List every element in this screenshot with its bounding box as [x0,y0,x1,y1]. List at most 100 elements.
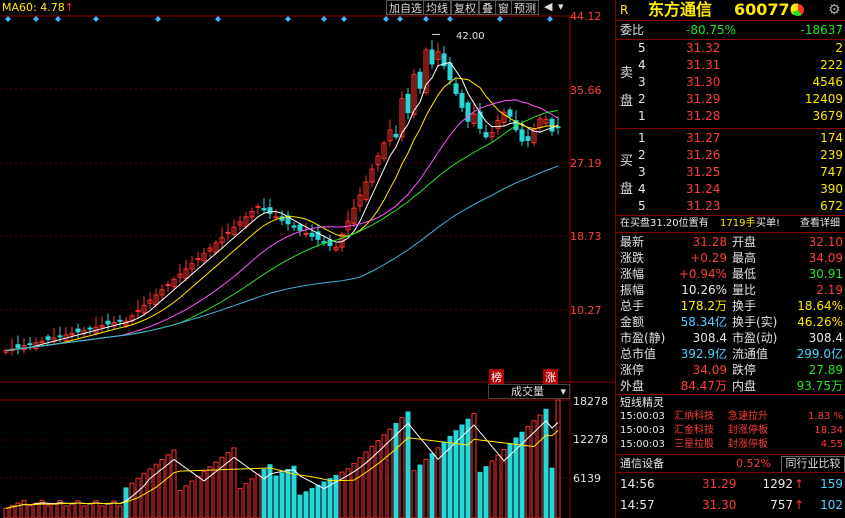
volume-tick: 6139 [573,472,601,485]
kline-chart[interactable] [0,0,615,518]
short-event: 封涨停板 [728,439,768,450]
buy-row[interactable]: 2 31.26 239 [616,147,845,163]
notice-suffix: 买单! [756,218,781,229]
volume-bar [207,466,213,518]
sell-row[interactable]: 4 31.31 222 [616,57,845,73]
rank-tag[interactable]: 榜 [489,369,504,385]
buy-row[interactable]: 3 31.25 747 [616,164,845,180]
stat-value: 58.34亿 [680,315,727,329]
short-title[interactable]: 短线精灵 [620,395,664,411]
event-diamond-icon [5,16,11,22]
candle [255,205,261,208]
buy-price: 31.24 [686,182,721,196]
stat-label: 外盘 [620,379,645,393]
sector-name[interactable]: 通信设备 [620,456,664,472]
volume-bar [87,502,93,518]
candle [27,343,33,346]
event-diamond-icon [383,16,389,22]
buy-volume: 239 [820,148,843,162]
buy-row[interactable]: 4 31.24 390 [616,181,845,197]
volume-bar [429,453,435,518]
up-arrow-icon: ↑ [794,498,805,512]
volume-bar [27,505,33,518]
buy-volume: 672 [820,199,843,213]
sell-row[interactable]: 5 31.32 2 [616,40,845,56]
volume-bar [123,487,129,518]
stat-value: 2.19 [816,283,843,297]
stat-label: 总市值 [620,347,657,361]
candle [429,49,435,65]
volume-bar [483,466,489,518]
volume-bar [261,468,267,518]
notice-detail-link[interactable]: 查看详细 [800,216,840,232]
stat-label: 内盘 [732,379,757,393]
stat-label: 金额 [620,315,645,329]
short-value: 1.83 % [808,411,843,422]
volume-bar [459,424,465,518]
volume-bar [303,491,309,518]
gear-icon[interactable]: ⚙ [828,0,841,20]
sell-price: 31.28 [686,109,721,123]
stat-value: 18.64% [797,299,843,313]
candle [393,133,399,138]
limit-up-tag[interactable]: 涨 [543,369,558,385]
sell-row[interactable]: 2 31.29 12409 [616,91,845,107]
candle [453,83,459,94]
candle [405,93,411,114]
volume-bar [189,480,195,518]
stat-label: 涨幅 [620,267,645,281]
event-diamond-icon [497,16,503,22]
tick-volume: 757 [770,498,793,512]
volume-bar [51,502,57,518]
buy-row[interactable]: 5 31.23 672 [616,198,845,214]
candle [273,216,279,219]
weibi-label: 委比 [620,23,645,37]
short-item[interactable]: 15:00:03 汇金科技 封涨停板 18.34 [616,424,845,438]
stat-value: 10.26% [681,283,727,297]
candle [465,102,471,122]
stat-row: 涨跌 +0.29 最高 34.09 [616,250,845,266]
short-item[interactable]: 15:00:03 三星拉股 封涨停板 4.55 [616,438,845,452]
pie-icon[interactable] [792,4,804,16]
weibi-row: 委比 -80.75% -18637 [616,22,845,38]
short-event: 急速拉升 [728,411,768,422]
tick-row: 14:57 31.30 757 ↑ 102 [616,497,845,513]
stat-row: 金额 58.34亿 换手(实) 46.26% [616,314,845,330]
volume-bar [285,468,291,518]
volume-bar [477,471,483,518]
short-item[interactable]: 15:00:03 汇纳科技 急速拉升 1.83 % [616,410,845,424]
stat-value: 308.4 [692,331,727,345]
volume-bar [399,417,405,518]
volume-bar [423,458,429,518]
compare-button[interactable]: 同行业比较 [781,456,845,473]
event-diamond-icon [341,16,347,22]
indicator-select[interactable]: 成交量 ▾ [488,384,570,399]
buy-level: 3 [638,165,646,179]
stat-value: +0.29 [690,251,727,265]
buy-volume: 390 [820,182,843,196]
event-diamond-icon [215,16,221,22]
volume-bar [279,472,285,518]
order-notice: 在买盘31.20位置有 1719手 买单! 查看详细 [616,216,845,232]
tick-count: 159 [820,477,843,491]
buy-row[interactable]: 1 31.27 174 [616,130,845,146]
stat-label: 最新 [620,235,645,249]
stat-label: 涨跌 [620,251,645,265]
candle [525,136,531,142]
stat-label: 振幅 [620,283,645,297]
price-tick: 35.66 [570,84,602,97]
stat-value: 34.09 [808,251,843,265]
price-tick: 18.73 [570,230,602,243]
stat-value: 46.26% [797,315,843,329]
volume-bar [297,494,303,518]
stat-value: +0.94% [678,267,727,281]
tick-price: 31.30 [702,498,737,512]
candle [261,208,267,211]
volume-bar [195,475,201,518]
stat-label: 最高 [732,251,757,265]
candle [417,71,423,89]
ma30-line [5,110,559,352]
event-diamond-icon [423,16,429,22]
sell-row[interactable]: 1 31.28 3679 [616,108,845,124]
sell-row[interactable]: 3 31.30 4546 [616,74,845,90]
